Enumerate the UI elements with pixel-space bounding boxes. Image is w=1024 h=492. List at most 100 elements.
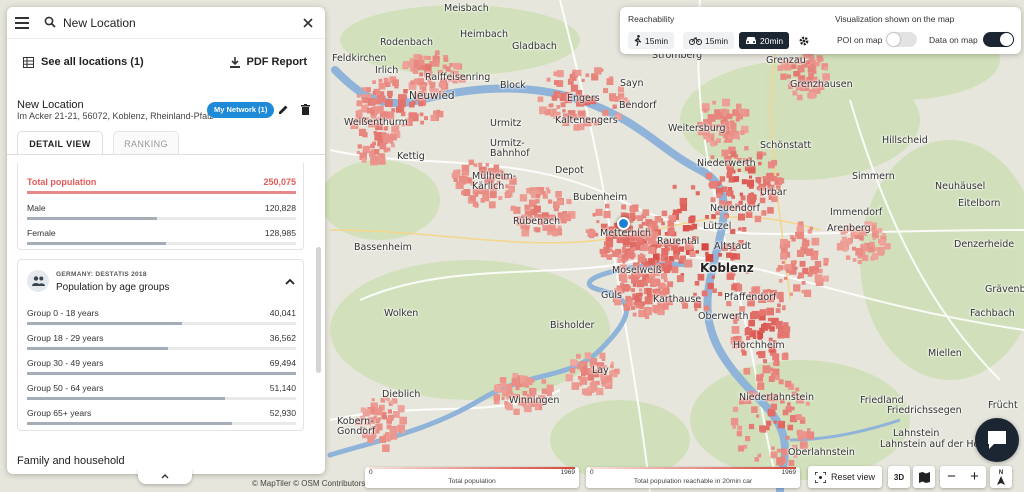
row-value: 51,140 (269, 383, 296, 393)
my-network-badge[interactable]: My Network (1) (207, 102, 275, 118)
heat-tile (571, 382, 580, 390)
heat-tile (798, 272, 804, 279)
chat-button[interactable] (975, 418, 1019, 462)
heat-tile (535, 193, 541, 199)
heat-tile (595, 208, 603, 216)
poi-on-map-toggle[interactable] (886, 32, 917, 47)
town-label: Lützel (703, 221, 732, 232)
heat-tile (385, 133, 390, 137)
age-groups-header[interactable]: GERMANY: DESTATIS 2018 Population by age… (27, 270, 296, 296)
heat-tile (718, 253, 722, 257)
chat-icon (988, 431, 1006, 449)
heat-tile (872, 232, 877, 237)
mode-walk-button[interactable]: 15min (628, 32, 675, 49)
close-icon[interactable] (300, 15, 316, 31)
heat-tile (775, 308, 781, 313)
compass-button[interactable]: N (990, 466, 1012, 488)
heat-tile (762, 176, 766, 180)
heat-tile (703, 108, 708, 113)
heat-tile (474, 203, 479, 208)
zoom-in-button[interactable]: + (963, 466, 986, 488)
heat-tile (771, 446, 775, 450)
heat-tile (741, 350, 747, 356)
heat-tile (371, 398, 375, 402)
heat-tile (569, 367, 576, 374)
mode-car-button[interactable]: 20min (739, 32, 790, 49)
heat-tile (811, 237, 820, 246)
reachability-title: Reachability (628, 14, 675, 24)
town-label: Güls (601, 290, 622, 301)
map-style-button[interactable] (913, 466, 935, 488)
search-input[interactable]: New Location (63, 16, 136, 30)
heat-tile (469, 161, 473, 165)
heat-tile (652, 304, 660, 313)
row-value: 120,828 (264, 203, 296, 213)
heat-tile (515, 386, 520, 391)
action-row: See all locations (1) PDF Report (7, 49, 325, 77)
tab-detail-view[interactable]: DETAIL VIEW (17, 131, 103, 155)
heat-tile (569, 78, 573, 82)
tab-ranking[interactable]: RANKING (113, 131, 179, 155)
heat-tile (633, 301, 637, 306)
sidebar-scrollbar[interactable] (316, 247, 321, 373)
heat-tile (664, 256, 668, 261)
heat-tile (642, 209, 649, 216)
zoom-out-button[interactable]: − (940, 466, 963, 488)
heat-tile (779, 245, 784, 249)
heat-tile (525, 226, 530, 231)
heat-tile (813, 270, 818, 275)
delete-icon[interactable] (299, 103, 311, 115)
heat-tile (519, 194, 528, 202)
heat-tile (397, 405, 405, 413)
data-on-map-toggle[interactable] (983, 32, 1014, 47)
heat-tile (671, 266, 679, 274)
heat-tile (766, 420, 772, 426)
row-value: 36,562 (269, 333, 296, 343)
town-label: Grävenberg (985, 284, 1024, 295)
heat-tile (763, 359, 767, 364)
fullscreen-icon (814, 471, 826, 483)
data-toggle-label: Data on map (929, 35, 978, 45)
heat-tile (789, 385, 794, 390)
heat-tile (632, 283, 637, 287)
heat-tile (621, 254, 627, 260)
heat-tile (610, 364, 614, 369)
heat-tile (783, 265, 788, 270)
age-groups-title: Population by age groups (56, 282, 170, 293)
collapse-sidebar-button[interactable] (138, 468, 192, 484)
heat-tile (570, 84, 578, 92)
gear-icon[interactable] (798, 35, 810, 47)
heat-tile (626, 250, 634, 259)
heat-tile (629, 205, 635, 211)
heat-tile (370, 111, 375, 116)
see-all-locations-button[interactable]: See all locations (1) (23, 56, 144, 68)
location-marker[interactable] (617, 217, 630, 230)
town-label: Altstadt (714, 241, 752, 252)
family-household-section[interactable]: Family and household (17, 455, 125, 467)
reset-view-button[interactable]: Reset view (808, 466, 882, 488)
heat-tile (645, 306, 650, 311)
heat-tile (373, 106, 377, 110)
heat-tile (621, 204, 627, 210)
heat-tile (781, 248, 786, 253)
heat-tile (773, 362, 777, 366)
chevron-up-icon[interactable] (283, 274, 297, 288)
heat-tile (584, 352, 592, 359)
town-label: Denzerheide (954, 239, 1015, 250)
heat-tile (769, 367, 774, 372)
toggle-3d-button[interactable]: 3D (888, 466, 910, 488)
heat-tile (701, 243, 709, 251)
heat-tile (805, 60, 810, 65)
population-card: Total population 250,075 Male 120,828 Fe… (17, 163, 304, 250)
mode-bike-button[interactable]: 15min (683, 32, 735, 49)
heat-tile (733, 176, 740, 182)
town-label: Immendorf (830, 207, 883, 218)
pdf-report-button[interactable]: PDF Report (229, 56, 307, 68)
heat-tile (756, 374, 764, 382)
heat-tile (374, 133, 382, 141)
edit-icon[interactable] (277, 103, 289, 115)
town-label: Simmern (852, 171, 895, 182)
heat-tile (549, 103, 554, 108)
menu-icon[interactable] (13, 14, 31, 32)
people-icon (27, 270, 49, 292)
